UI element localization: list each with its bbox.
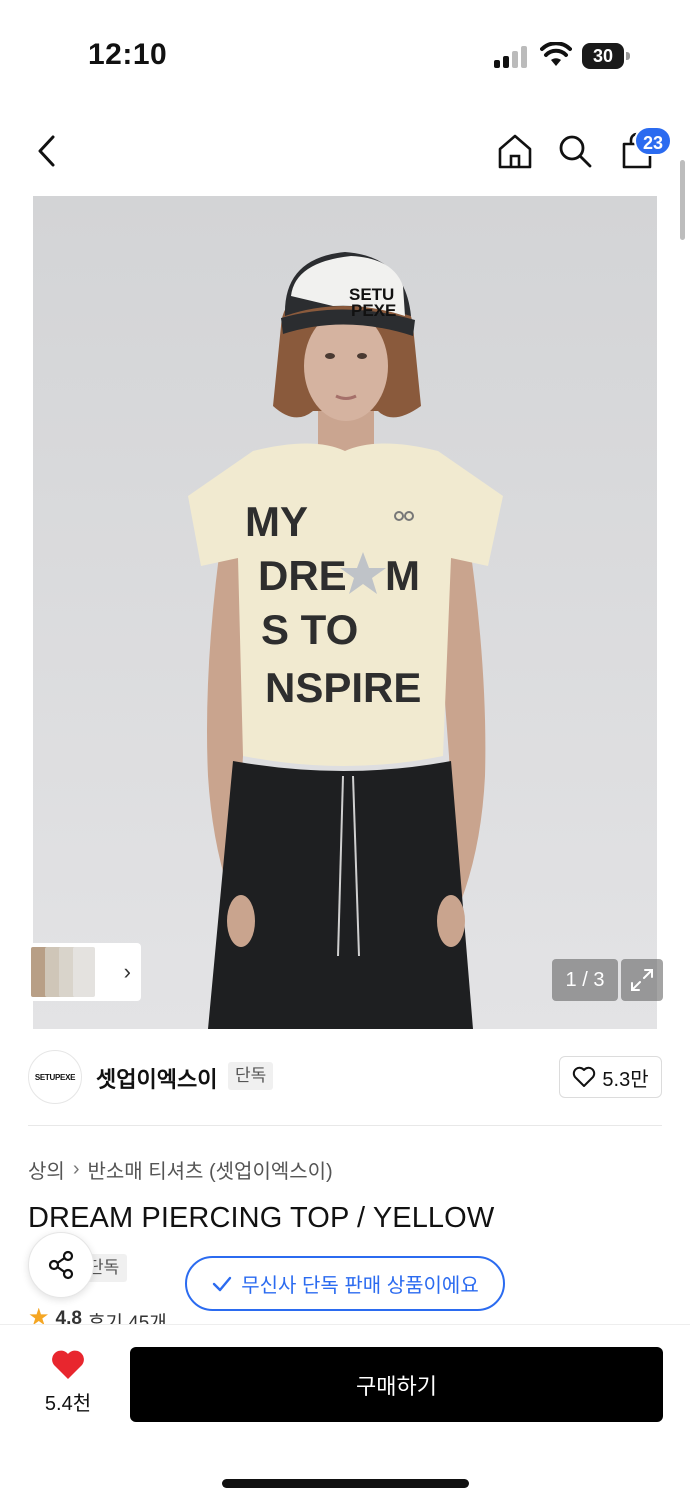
model-photo: SETU PEXE MY DRE M S TO NSPIRE [33,196,657,1029]
exclusive-sale-text: 무신사 단독 판매 상품이에요 [241,1275,479,1297]
wishlist-button[interactable]: 5.4천 [28,1349,108,1421]
shirt-text-line1: MY [245,498,308,545]
expand-image-button[interactable] [621,959,663,1001]
divider [28,1125,662,1126]
search-icon [559,135,592,168]
cap-text-line2: PEXE [351,301,396,320]
wifi-icon [540,41,572,68]
brand-exclusive-tag: 단독 [228,1062,274,1090]
brand-row: SETUPEXE 셋업이엑스이 단독 5.3만 [0,1046,690,1108]
share-button[interactable] [28,1232,94,1298]
home-indicator[interactable] [222,1479,469,1488]
brand-like-button[interactable]: 5.3만 [559,1056,662,1098]
shirt-text-line4: NSPIRE [265,664,421,711]
home-button[interactable] [492,128,538,174]
status-time: 12:10 [88,38,168,71]
status-bar: 12:10 30 [0,0,690,100]
home-icon [498,134,532,169]
breadcrumb: 상의 › 반소매 티셔츠 (셋업이엑스이) [28,1155,333,1184]
heart-outline-icon [573,1066,596,1087]
top-nav-bar [0,118,690,184]
brand-logo[interactable]: SETUPEXE [28,1050,82,1104]
check-icon [213,1276,232,1291]
cart-count-badge: 23 [634,126,672,156]
shirt-text-line2b: M [385,552,420,599]
chevron-right-icon: › [72,1158,80,1180]
shirt-text-line3: S TO [261,606,358,653]
back-button[interactable] [24,128,70,174]
heart-filled-icon [52,1350,84,1379]
product-image[interactable]: SETU PEXE MY DRE M S TO NSPIRE [33,196,657,1029]
product-title: DREAM PIERCING TOP / YELLOW [28,1202,495,1234]
brand-logo-text: SETUPEXE [34,1072,76,1082]
chevron-right-icon[interactable]: › [124,959,131,985]
breadcrumb-category[interactable]: 상의 [28,1155,65,1184]
shirt-text-line2a: DRE [258,552,347,599]
wishlist-count: 5.4천 [44,1393,92,1415]
chevron-left-icon [38,135,55,167]
battery-icon: 30 [582,43,630,69]
buy-button[interactable]: 구매하기 [130,1347,663,1422]
breadcrumb-subcategory[interactable]: 반소매 티셔츠 (셋업이엑스이) [87,1155,332,1184]
expand-icon [631,969,653,991]
thumbnail-strip[interactable]: › [28,943,141,1001]
search-button[interactable] [552,128,598,174]
thumbnail-image[interactable] [73,947,95,997]
bottom-action-bar: 5.4천 구매하기 [0,1324,690,1500]
image-page-counter: 1 / 3 [552,959,618,1001]
brand-name[interactable]: 셋업이엑스이 [96,1062,217,1094]
share-icon [48,1250,74,1280]
cellular-signal-icon [494,44,530,68]
exclusive-sale-toast: 무신사 단독 판매 상품이에요 [185,1256,505,1311]
battery-level: 30 [582,43,624,69]
brand-like-count: 5.3만 [602,1068,649,1091]
scrollbar[interactable] [680,160,685,240]
